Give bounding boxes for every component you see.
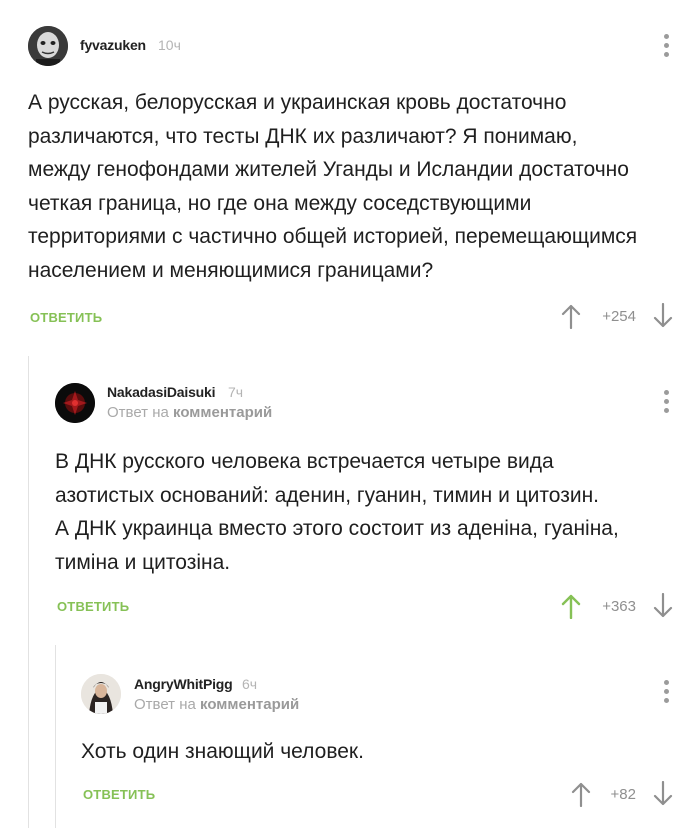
timestamp: 10ч [158,37,181,53]
rating-count: +82 [610,786,636,803]
reply-button[interactable]: ОТВЕТИТЬ [83,787,155,802]
comment-text: В ДНК русского человека встречается четы… [55,450,619,574]
comment-text: А русская, белорусская и украинская кров… [28,91,638,282]
reply-button[interactable]: ОТВЕТИТЬ [30,310,102,325]
rating-count: +254 [602,308,636,325]
reply-to-link[interactable]: комментарий [173,404,272,421]
downvote-arrow-icon[interactable] [652,592,674,619]
reply-to-label: Ответ на комментарий [134,696,299,713]
reply-to-prefix: Ответ на [107,404,169,421]
username[interactable]: AngryWhitPigg [134,676,233,692]
downvote-arrow-icon[interactable] [652,780,674,807]
avatar[interactable] [81,674,121,714]
avatar[interactable] [28,26,68,66]
reply-button[interactable]: ОТВЕТИТЬ [57,599,129,614]
reply-to-prefix: Ответ на [134,696,196,713]
timestamp: 7ч [228,384,244,400]
upvote-arrow-icon[interactable] [560,303,582,330]
avatar-image [81,674,121,714]
comment-reply: AngryWhitPigg 6ч Ответ на комментарий Хо… [0,640,700,828]
username[interactable]: NakadasiDaisuki [107,384,215,400]
downvote-arrow-icon[interactable] [652,302,674,329]
upvote-arrow-icon[interactable] [560,593,582,620]
avatar[interactable] [55,383,95,423]
reply-to-label: Ответ на комментарий [107,404,272,421]
comment-reply: NakadasiDaisuki 7ч Ответ на комментарий … [0,340,700,640]
more-options-icon[interactable] [656,34,676,60]
rating-count: +363 [602,598,636,615]
username[interactable]: fyvazuken [80,37,146,53]
more-options-icon[interactable] [656,390,676,416]
timestamp: 6ч [242,676,258,692]
avatar-image [55,383,95,423]
more-options-icon[interactable] [656,680,676,706]
avatar-image [28,26,68,66]
comment: fyvazuken 10ч А русская, белорусская и у… [0,0,700,340]
reply-to-link[interactable]: комментарий [200,696,299,713]
comment-text: Хоть один знающий человек. [81,740,364,763]
